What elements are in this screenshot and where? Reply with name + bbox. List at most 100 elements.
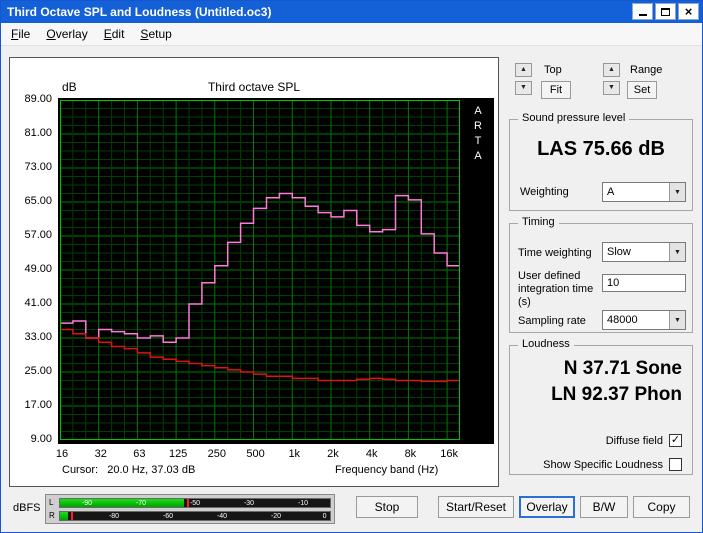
chart-title: Third octave SPL — [207, 80, 301, 94]
spl-group-legend: Sound pressure level — [518, 112, 630, 124]
x-axis-tick-label: 32 — [94, 448, 107, 460]
plot-area[interactable]: ARTA — [58, 98, 494, 444]
range-label: Range — [630, 64, 663, 76]
minimize-button[interactable] — [632, 3, 653, 20]
maximize-button[interactable] — [655, 3, 676, 20]
app-window: Third Octave SPL and Loudness (Untitled.… — [0, 0, 703, 533]
loudness-ln-reading: LN 92.37 Phon — [551, 384, 682, 405]
maximize-icon — [661, 7, 670, 16]
copy-button[interactable]: Copy — [633, 496, 690, 518]
diffuse-field-row: Diffuse field ✓ — [606, 434, 682, 447]
sampling-rate-value: 48000 — [607, 314, 638, 326]
up-arrow-icon: ▲ — [520, 66, 527, 73]
y-axis-tick-label: 17.00 — [24, 399, 52, 411]
close-button[interactable]: × — [678, 3, 699, 20]
stop-button[interactable]: Stop — [356, 496, 418, 518]
fit-button[interactable]: Fit — [541, 81, 571, 99]
x-axis-tick-label: 250 — [207, 448, 227, 460]
meter-peak-indicator — [186, 498, 189, 507]
loudness-group-legend: Loudness — [518, 338, 574, 350]
down-arrow-icon: ▼ — [608, 84, 615, 91]
time-weighting-select[interactable]: Slow ▼ — [602, 242, 686, 262]
y-axis: 89.00 81.00 73.00 65.00 57.00 49.00 41.00 33.00… — [12, 93, 54, 445]
window-title: Third Octave SPL and Loudness (Untitled.… — [7, 5, 272, 19]
y-axis-tick-label: 57.00 — [24, 229, 52, 241]
timing-group-legend: Timing — [518, 216, 559, 228]
x-axis-tick-label: 500 — [246, 448, 265, 460]
meter-scale-label: -50 — [189, 499, 201, 507]
overlay-button[interactable]: Overlay — [519, 496, 575, 518]
spl-groupbox: Sound pressure level LAS 75.66 dB Weight… — [509, 112, 693, 211]
meter-scale-label: 0 — [322, 512, 327, 520]
meter-channel-L: L -90 -70 -50 -30 -10 — [49, 497, 331, 508]
y-axis-tick-label: 9.00 — [30, 433, 52, 445]
x-axis-tick-label: 1k — [288, 448, 301, 460]
x-axis-tick-label: 16 — [55, 448, 69, 460]
specific-loudness-checkbox[interactable] — [669, 458, 682, 471]
meter-channel-R: R -80 -60 -40 -20 0 — [49, 510, 331, 521]
x-axis-tick-label: 16k — [440, 448, 458, 460]
top-up-spinner[interactable]: ▲ — [515, 63, 532, 77]
diffuse-field-checkbox[interactable]: ✓ — [669, 434, 682, 447]
meter-scale-label: -60 — [162, 512, 174, 520]
menu-setup[interactable]: Setup — [132, 24, 179, 44]
dropdown-arrow-icon[interactable]: ▼ — [669, 183, 685, 201]
meter-bar: -80 -60 -40 -20 0 — [59, 510, 331, 521]
weighting-value: A — [607, 186, 615, 198]
menu-edit[interactable]: Edit — [96, 24, 133, 44]
range-down-spinner[interactable]: ▼ — [603, 81, 620, 95]
integration-time-input[interactable]: 10 — [602, 274, 686, 292]
y-axis-tick-label: 73.00 — [24, 161, 52, 173]
menu-file[interactable]: File — [3, 24, 38, 44]
start-reset-button[interactable]: Start/Reset — [438, 496, 514, 518]
time-weighting-value: Slow — [607, 246, 631, 258]
meter-channel-label: R — [49, 511, 55, 520]
set-button[interactable]: Set — [627, 81, 657, 99]
dropdown-arrow-icon[interactable]: ▼ — [669, 243, 685, 261]
meter-fill — [60, 511, 69, 520]
titlebar[interactable]: Third Octave SPL and Loudness (Untitled.… — [1, 1, 702, 23]
caption-buttons: × — [632, 3, 699, 20]
dbfs-label: dBFS — [13, 502, 41, 514]
meter-scale-label: -30 — [243, 499, 255, 507]
spl-reading: LAS 75.66 dB — [537, 138, 665, 160]
spectrum-plot[interactable] — [60, 100, 460, 440]
top-down-spinner[interactable]: ▼ — [515, 81, 532, 95]
close-icon: × — [684, 3, 693, 19]
minimize-icon — [638, 8, 647, 16]
meter-channel-label: L — [49, 498, 54, 507]
meter-scale-label: -80 — [108, 512, 120, 520]
x-axis-tick-label: 2k — [327, 448, 339, 460]
meter-scale-label: -70 — [135, 499, 147, 507]
sampling-rate-label: Sampling rate — [518, 315, 586, 327]
menu-overlay[interactable]: Overlay — [38, 24, 95, 44]
chart-panel: dB Third octave SPL ARTA 89.00 81.00 73.00… — [9, 57, 499, 487]
cursor-readout: Cursor: 20.0 Hz, 37.03 dB — [62, 464, 196, 476]
y-axis-tick-label: 89.00 — [24, 93, 52, 105]
integration-time-label: User defined integration time (s) — [518, 270, 594, 308]
loudness-n-reading: N 37.71 Sone — [563, 358, 682, 379]
x-axis-tick-label: 4k — [365, 448, 378, 460]
meter-peak-indicator — [70, 511, 73, 520]
dropdown-arrow-icon[interactable]: ▼ — [669, 311, 685, 329]
weighting-label: Weighting — [520, 186, 569, 198]
level-meter: L -90 -70 -50 -30 -10 R -80 -60 -40 -20 0 — [45, 494, 335, 524]
down-arrow-icon: ▼ — [520, 84, 527, 91]
x-axis-tick-label: 8k — [404, 448, 417, 460]
x-axis-tick-label: 63 — [133, 448, 146, 460]
up-arrow-icon: ▲ — [608, 66, 615, 73]
weighting-select[interactable]: A ▼ — [602, 182, 686, 202]
meter-fill — [60, 498, 185, 507]
diffuse-field-label: Diffuse field — [605, 434, 663, 447]
meter-scale-label: -10 — [297, 499, 309, 507]
loudness-groupbox: Loudness N 37.71 Sone LN 92.37 Phon Diff… — [509, 338, 693, 475]
sampling-rate-select[interactable]: 48000 ▼ — [602, 310, 686, 330]
specific-loudness-row: Show Specific Loudness — [543, 458, 682, 471]
time-weighting-label: Time weighting — [518, 247, 592, 259]
top-label: Top — [544, 64, 562, 76]
x-axis-tick-label: 125 — [168, 448, 188, 460]
range-up-spinner[interactable]: ▲ — [603, 63, 620, 77]
y-axis-tick-label: 33.00 — [24, 331, 52, 343]
y-axis-tick-label: 65.00 — [24, 195, 52, 207]
bw-button[interactable]: B/W — [580, 496, 628, 518]
